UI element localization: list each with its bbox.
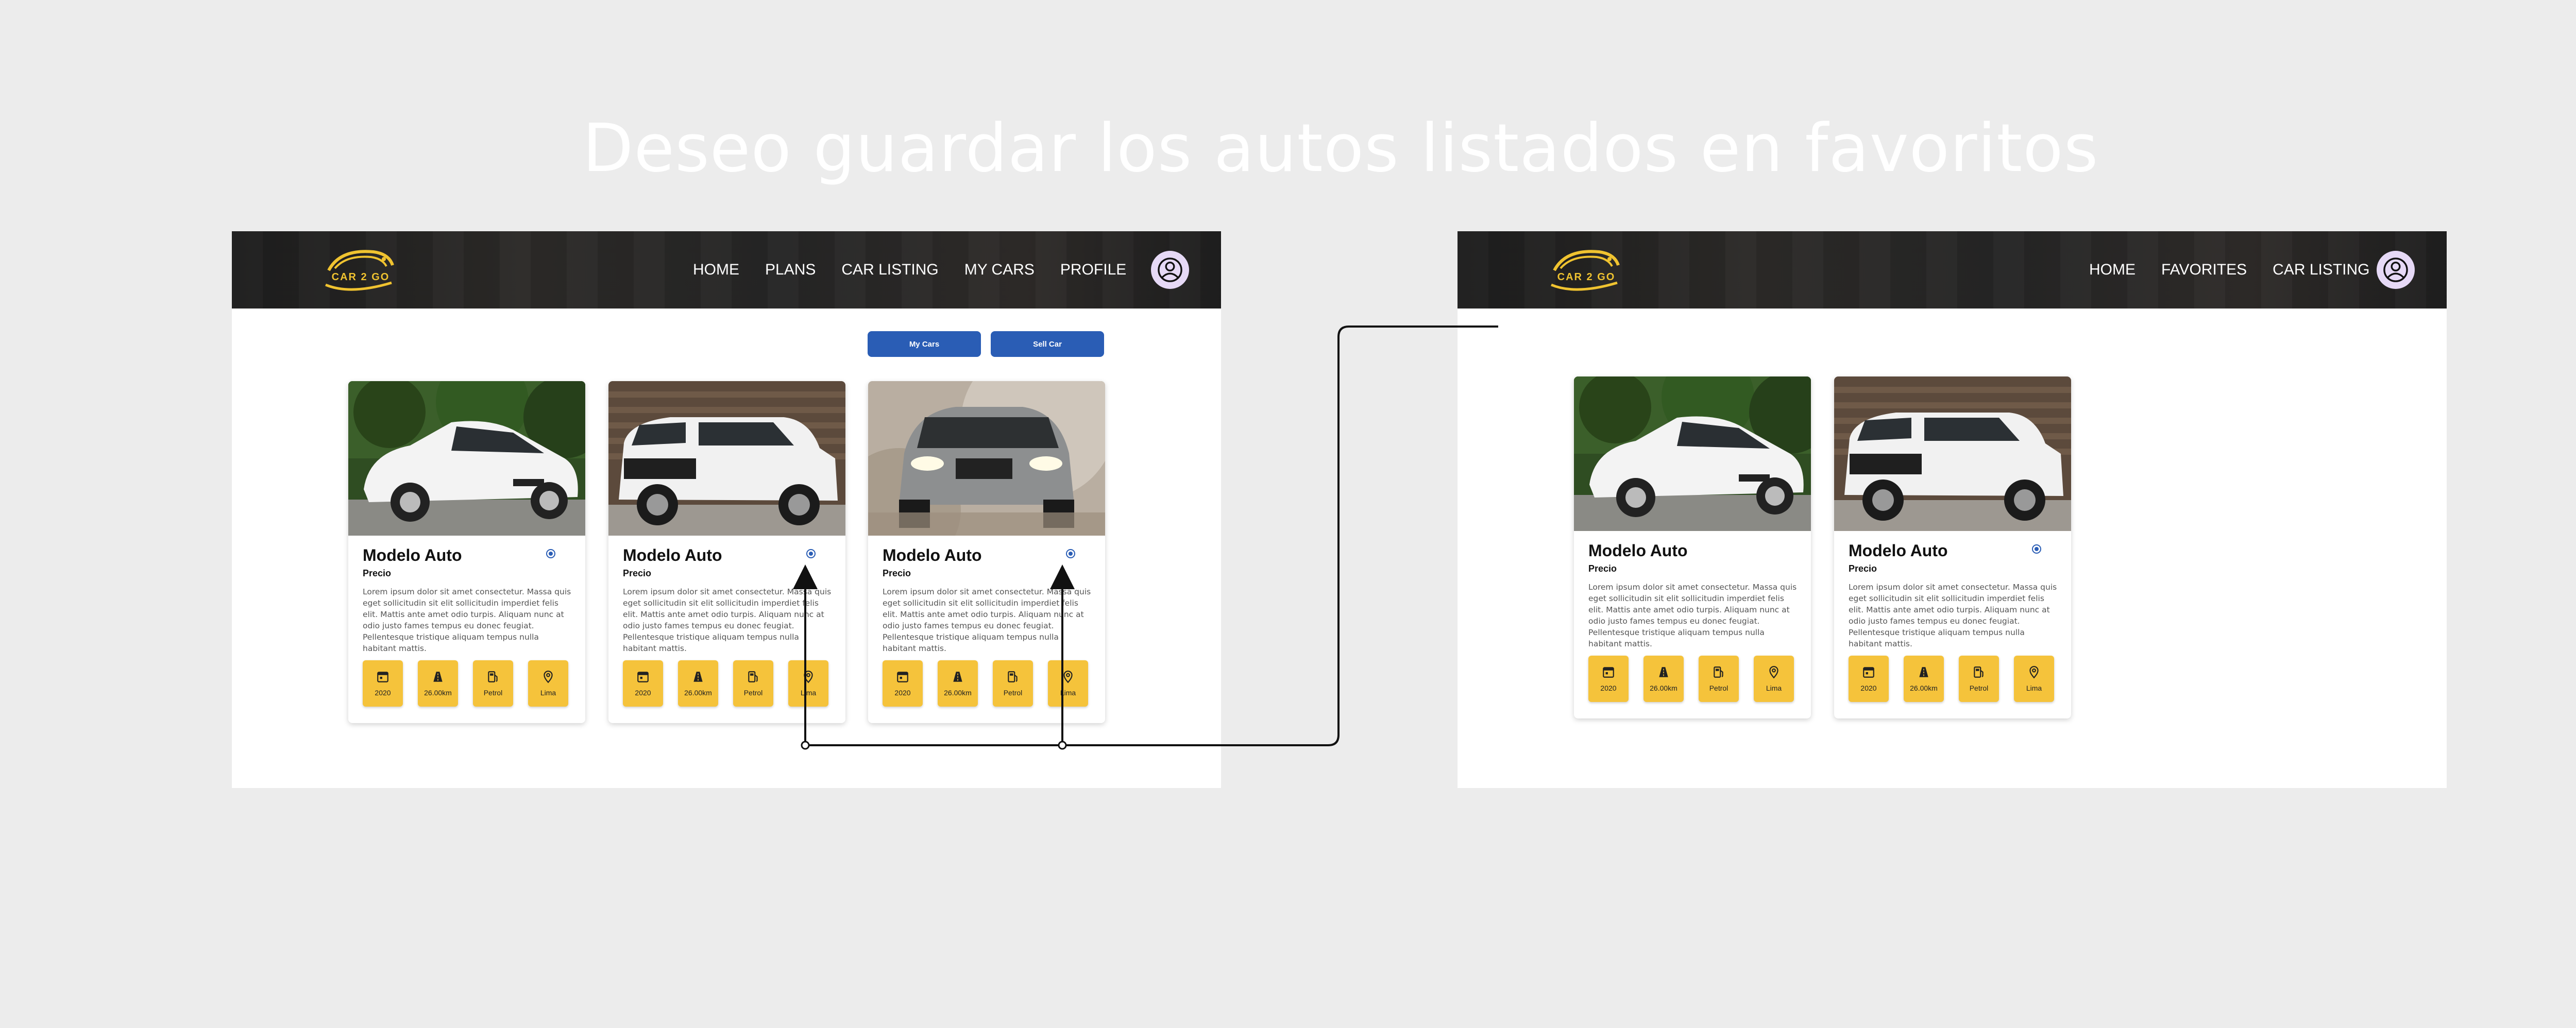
flow-line (1177, 325, 1498, 746)
nav-profile[interactable]: PROFILE (1060, 261, 1126, 279)
nav-home[interactable]: HOME (693, 261, 739, 279)
nav-my-cars[interactable]: MY CARS (964, 261, 1035, 279)
prototype-flow-connectors (793, 325, 1498, 750)
car2go-logo-icon (1545, 245, 1628, 296)
user-avatar-icon (2382, 256, 2409, 283)
logo-text: CAR 2 GO (1557, 271, 1616, 283)
nav-car-listing[interactable]: CAR LISTING (841, 261, 938, 279)
logo[interactable]: CAR 2 GO (1545, 245, 1628, 296)
nav-menu: HOME FAVORITES CAR LISTING (2089, 231, 2396, 309)
car2go-logo-icon (319, 245, 402, 296)
nav-favorites[interactable]: FAVORITES (2161, 261, 2247, 279)
nav-car-listing[interactable]: CAR LISTING (2273, 261, 2369, 279)
avatar[interactable] (2377, 251, 2415, 289)
logo[interactable]: CAR 2 GO (319, 245, 402, 296)
flow-node (801, 741, 810, 750)
avatar[interactable] (1151, 251, 1189, 289)
nav-menu: HOME PLANS CAR LISTING MY CARS PROFILE (693, 231, 1152, 309)
user-avatar-icon (1157, 256, 1183, 283)
nav-plans[interactable]: PLANS (765, 261, 816, 279)
nav-home[interactable]: HOME (2089, 261, 2136, 279)
flow-node (1058, 741, 1067, 750)
logo-text: CAR 2 GO (331, 271, 390, 283)
